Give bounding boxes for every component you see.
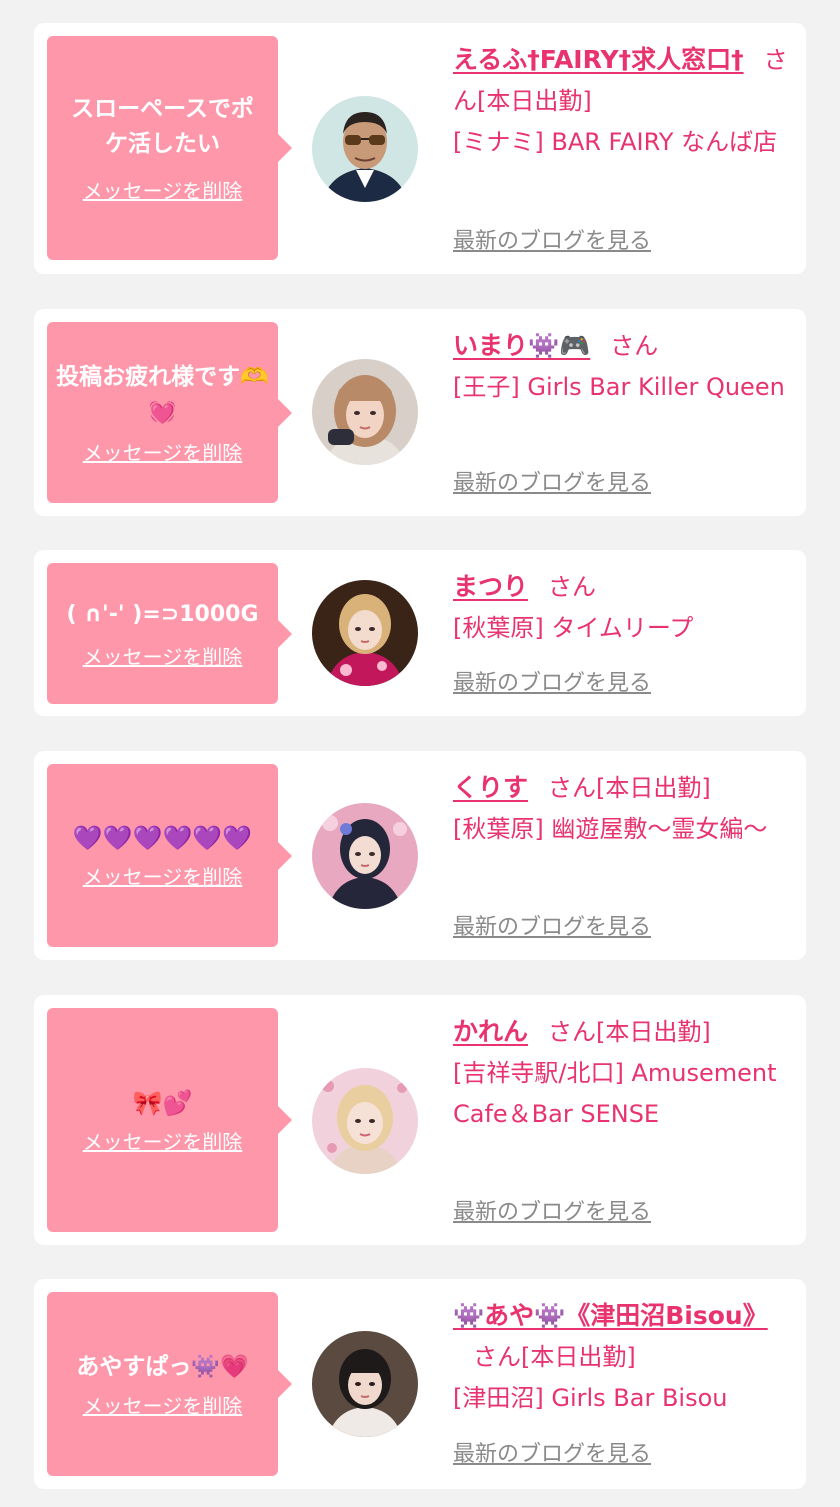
- shop-label: [吉祥寺駅/北口] Amusement Cafe＆Bar SENSE: [453, 1059, 777, 1128]
- profile-info: えるふ†FAIRY†求人窓口† さん[本日出勤] [ミナミ] BAR FAIRY …: [453, 39, 793, 163]
- profile-info: かれん さん[本日出勤] [吉祥寺駅/北口] Amusement Cafe＆Bar…: [453, 1011, 793, 1135]
- message-card: 🎀💕 メッセージを削除 かれん さん[本日出勤] [吉祥寺駅/北口] Amusem…: [34, 995, 806, 1245]
- attendance-status: [本日出勤]: [521, 1343, 636, 1371]
- profile-info: 👾あや👾《津田沼Bisou》さん[本日出勤] [津田沼] Girls Bar B…: [453, 1295, 793, 1419]
- profile-name-link[interactable]: いまり👾🎮: [453, 331, 590, 360]
- message-bubble: ( ∩'-' )=⊃1000G メッセージを削除: [47, 563, 292, 704]
- message-card: 投稿お疲れ様です🫶💓 メッセージを削除 いまり👾🎮 さん [王子] Girls B…: [34, 309, 806, 516]
- profile-info: いまり👾🎮 さん [王子] Girls Bar Killer Queen: [453, 325, 793, 408]
- message-bubble: あやすぱっ👾💗 メッセージを削除: [47, 1292, 292, 1476]
- message-list: スローペースでポケ活したい メッセージを削除 えるふ†FAIRY†求人窓口† さん…: [0, 0, 840, 1507]
- delete-message-link[interactable]: メッセージを削除: [83, 644, 243, 670]
- honorific: さん: [610, 332, 659, 360]
- shop-label: [王子] Girls Bar Killer Queen: [453, 373, 785, 401]
- avatar-man-sunglasses[interactable]: [312, 96, 418, 202]
- message-text: 🎀💕: [132, 1088, 193, 1117]
- message-text: 投稿お疲れ様です🫶💓: [56, 363, 269, 425]
- shop-label: [秋葉原] 幽遊屋敷～霊女編～: [453, 815, 768, 843]
- honorific: さん: [548, 774, 597, 802]
- honorific: さん: [548, 573, 597, 601]
- shop-label: [ミナミ] BAR FAIRY なんば店: [453, 128, 778, 156]
- avatar-woman-light-hair[interactable]: [312, 1068, 418, 1174]
- delete-message-link[interactable]: メッセージを削除: [83, 178, 243, 204]
- message-card: ( ∩'-' )=⊃1000G メッセージを削除 まつり さん [秋葉原] タイム…: [34, 550, 806, 716]
- message-text: スローペースでポケ活したい: [71, 96, 254, 157]
- delete-message-link[interactable]: メッセージを削除: [83, 1393, 243, 1419]
- honorific: さん: [548, 1018, 597, 1046]
- latest-blog-link[interactable]: 最新のブログを見る: [453, 1441, 651, 1469]
- latest-blog-link[interactable]: 最新のブログを見る: [453, 914, 651, 942]
- profile-name-link[interactable]: まつり: [453, 572, 528, 601]
- delete-message-link[interactable]: メッセージを削除: [83, 1129, 243, 1155]
- profile-info: まつり さん [秋葉原] タイムリープ: [453, 566, 793, 649]
- attendance-status: [本日出勤]: [596, 774, 711, 802]
- message-card: 💜💜💜💜💜💜 メッセージを削除 くりす さん[本日出勤] [秋葉原] 幽遊屋敷～霊…: [34, 751, 806, 960]
- latest-blog-link[interactable]: 最新のブログを見る: [453, 228, 651, 256]
- attendance-status: [本日出勤]: [477, 87, 592, 115]
- latest-blog-link[interactable]: 最新のブログを見る: [453, 670, 651, 698]
- message-bubble: スローペースでポケ活したい メッセージを削除: [47, 36, 292, 260]
- attendance-status: [本日出勤]: [596, 1018, 711, 1046]
- delete-message-link[interactable]: メッセージを削除: [83, 864, 243, 890]
- honorific: さん: [473, 1343, 521, 1371]
- profile-name-link[interactable]: えるふ†FAIRY†求人窓口†: [453, 45, 744, 74]
- profile-name-link[interactable]: かれん: [453, 1017, 528, 1046]
- latest-blog-link[interactable]: 最新のブログを見る: [453, 470, 651, 498]
- shop-label: [津田沼] Girls Bar Bisou: [453, 1384, 728, 1412]
- profile-name-link[interactable]: くりす: [453, 773, 528, 802]
- message-bubble: 💜💜💜💜💜💜 メッセージを削除: [47, 764, 292, 947]
- delete-message-link[interactable]: メッセージを削除: [83, 440, 243, 466]
- message-bubble: 🎀💕 メッセージを削除: [47, 1008, 292, 1232]
- latest-blog-link[interactable]: 最新のブログを見る: [453, 1199, 651, 1227]
- message-bubble: 投稿お疲れ様です🫶💓 メッセージを削除: [47, 322, 292, 503]
- avatar-woman-short-hair[interactable]: [312, 1331, 418, 1437]
- avatar-woman-blonde[interactable]: [312, 359, 418, 465]
- avatar-woman-kimono[interactable]: [312, 580, 418, 686]
- avatar-woman-dark-hair[interactable]: [312, 803, 418, 909]
- message-card: あやすぱっ👾💗 メッセージを削除 👾あや👾《津田沼Bisou》さん[本日出勤] …: [34, 1279, 806, 1489]
- message-text: ( ∩'-' )=⊃1000G: [66, 602, 259, 627]
- message-text: 💜💜💜💜💜💜: [72, 824, 253, 852]
- message-card: スローペースでポケ活したい メッセージを削除 えるふ†FAIRY†求人窓口† さん…: [34, 23, 806, 274]
- profile-name-link[interactable]: 👾あや👾《津田沼Bisou》: [453, 1301, 768, 1330]
- profile-info: くりす さん[本日出勤] [秋葉原] 幽遊屋敷～霊女編～: [453, 767, 793, 850]
- message-text: あやすぱっ👾💗: [76, 1353, 249, 1380]
- shop-label: [秋葉原] タイムリープ: [453, 614, 694, 642]
